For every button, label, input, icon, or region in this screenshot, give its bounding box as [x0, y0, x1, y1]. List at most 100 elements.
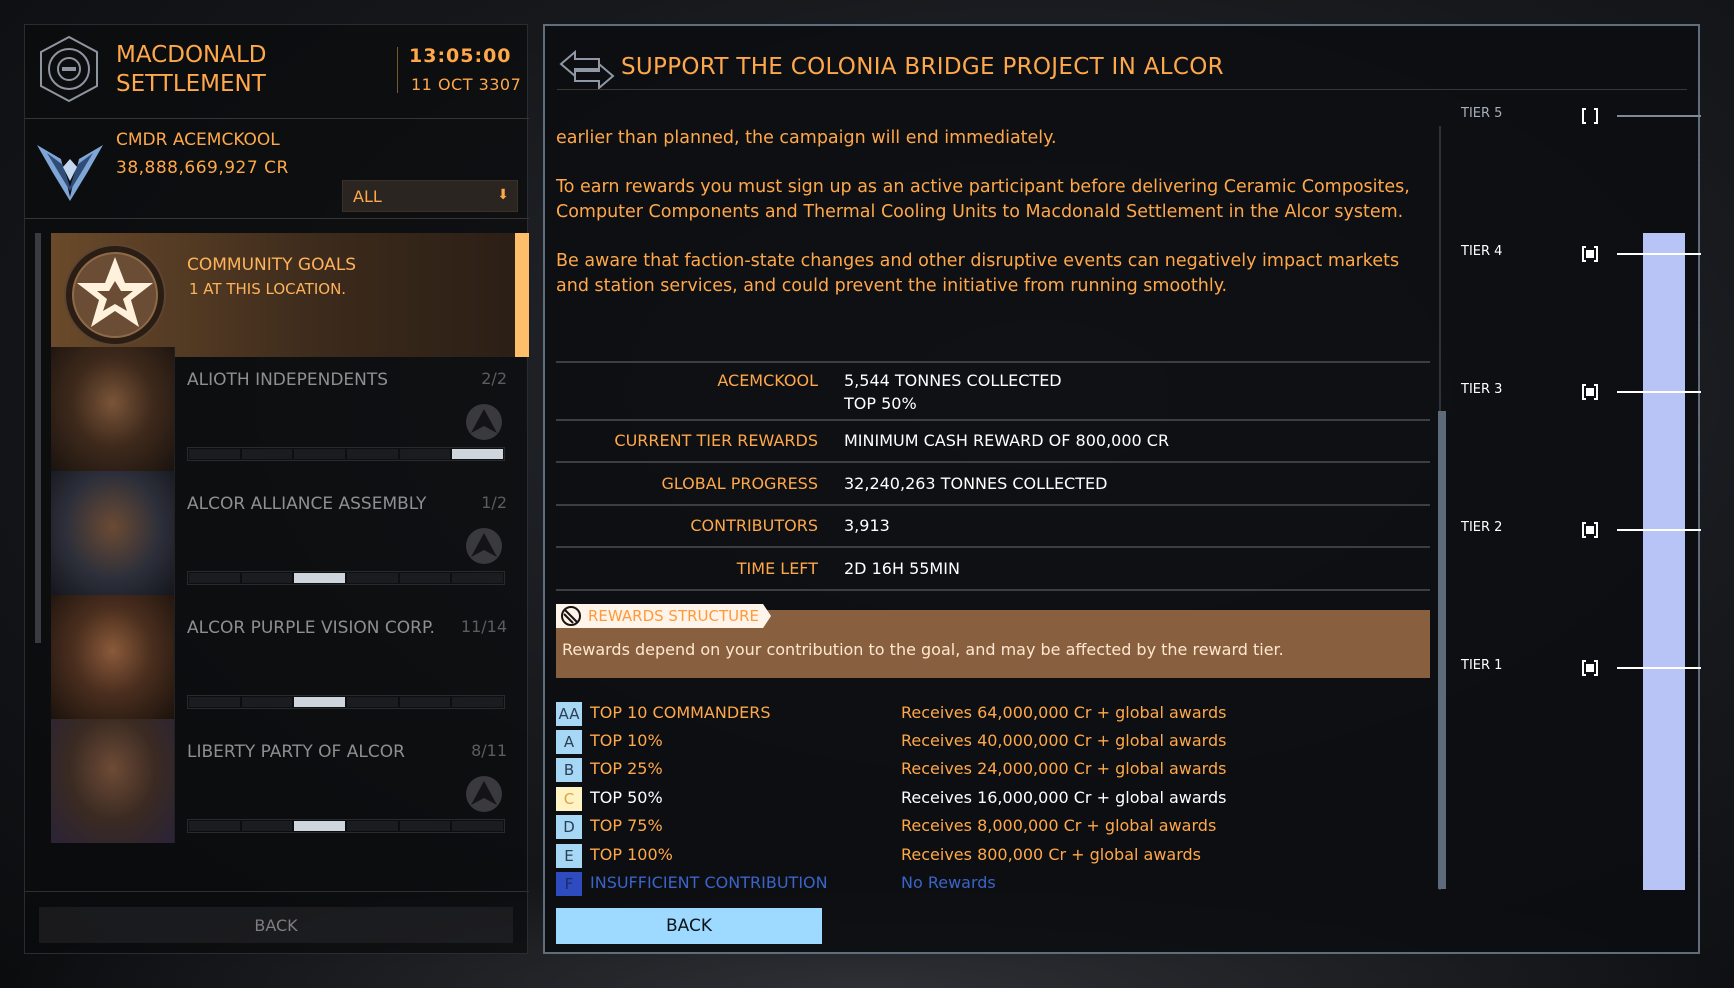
back-button[interactable]: BACK [556, 908, 822, 944]
commander-credits: 38,888,669,927 CR [116, 158, 289, 178]
exchange-arrows-icon [559, 49, 615, 91]
tier-line [1617, 391, 1701, 393]
tier-line [1617, 115, 1701, 117]
stat-row: CURRENT TIER REWARDS MINIMUM CASH REWARD… [556, 421, 1430, 463]
clock-date: 11 OCT 3307 [411, 75, 522, 94]
list-scrollbar[interactable] [35, 233, 41, 643]
tier-code: B [556, 758, 582, 782]
progress-segment [189, 573, 240, 583]
faction-portrait [51, 471, 175, 595]
stat-value: MINIMUM CASH REWARD OF 800,000 CR [844, 431, 1170, 450]
description-paragraph: earlier than planned, the campaign will … [556, 128, 1057, 148]
progress-segment [294, 697, 346, 707]
list-item-community-goals[interactable]: COMMUNITY GOALS 1 AT THIS LOCATION. [51, 233, 529, 357]
progress-segment [347, 449, 398, 459]
stat-row: CONTRIBUTORS 3,913 [556, 506, 1430, 548]
reward-tier-row: D TOP 75% Receives 8,000,000 Cr + global… [556, 813, 1430, 841]
divider [25, 891, 529, 892]
list-item-faction[interactable]: ALCOR PURPLE VISION CORP. 11/14 [51, 595, 529, 719]
rewards-structure-label: REWARDS STRUCTURE [588, 607, 760, 625]
progress-segment [347, 697, 398, 707]
reward-tier-row: AA TOP 10 COMMANDERS Receives 64,000,000… [556, 700, 1430, 728]
community-goal-detail-panel: SUPPORT THE COLONIA BRIDGE PROJECT IN AL… [543, 24, 1701, 954]
stat-value-line: TOP 50% [844, 394, 917, 413]
tier-line [1617, 529, 1701, 531]
station-header: MACDONALD SETTLEMENT 13:05:00 11 OCT 330… [25, 25, 529, 119]
station-name: MACDONALD SETTLEMENT [116, 42, 267, 97]
stat-label: GLOBAL PROGRESS [661, 474, 818, 493]
stat-value: 5,544 TONNES COLLECTED TOP 50% [844, 369, 1062, 415]
reward-tier-row: A TOP 10% Receives 40,000,000 Cr + globa… [556, 728, 1430, 756]
detail-scrollbar-thumb[interactable] [1438, 411, 1446, 889]
community-goals-title: COMMUNITY GOALS [187, 255, 357, 275]
progress-segment [399, 821, 451, 831]
faction-progress [187, 571, 505, 585]
progress-segment [241, 821, 293, 831]
tier-label: TIER 4 [1461, 244, 1503, 259]
progress-segment [241, 449, 293, 459]
faction-count: 2/2 [481, 369, 507, 388]
stat-value: 3,913 [844, 516, 890, 535]
progress-segment [189, 697, 240, 707]
divider [557, 89, 1687, 90]
tier-line [1617, 253, 1701, 255]
tier-label: TIER 1 [1461, 658, 1503, 673]
faction-name: LIBERTY PARTY OF ALCOR [187, 742, 405, 762]
faction-count: 1/2 [481, 493, 507, 512]
tier-reached-icon [1582, 660, 1598, 676]
faction-portrait [51, 347, 175, 471]
description-paragraph: To earn rewards you must sign up as an a… [556, 177, 1410, 222]
tier-reward: No Rewards [901, 873, 996, 892]
list-item-faction[interactable]: LIBERTY PARTY OF ALCOR 8/11 [51, 719, 529, 843]
rewards-note: Rewards depend on your contribution to t… [562, 640, 1284, 659]
progress-segment [189, 821, 240, 831]
progress-segment [452, 821, 504, 831]
reward-tier-row: E TOP 100% Receives 800,000 Cr + global … [556, 842, 1430, 870]
community-goals-icon [64, 244, 166, 346]
stat-label: TIME LEFT [736, 559, 818, 578]
tier-code: AA [556, 702, 582, 726]
list-item-faction[interactable]: ALCOR ALLIANCE ASSEMBLY 1/2 [51, 471, 529, 595]
stat-row: TIME LEFT 2D 16H 55MIN [556, 548, 1430, 591]
independent-faction-icon [466, 776, 502, 812]
tier-empty-icon [1582, 108, 1598, 124]
commander-name: CMDR ACEMCKOOL [116, 130, 280, 150]
rewards-structure: REWARDS STRUCTURE Rewards depend on your… [556, 610, 1430, 678]
tier-rank: TOP 75% [590, 816, 663, 835]
faction-count: 11/14 [460, 617, 507, 636]
stat-value: 2D 16H 55MIN [844, 559, 960, 578]
tier-rank: INSUFFICIENT CONTRIBUTION [590, 873, 828, 892]
tier-marker: TIER 5 [1461, 106, 1701, 126]
tier-reward: Receives 800,000 Cr + global awards [901, 845, 1202, 864]
tier-label: TIER 5 [1461, 106, 1503, 121]
tier-reached-icon [1582, 522, 1598, 538]
list-item-faction[interactable]: ALIOTH INDEPENDENTS 2/2 [51, 347, 529, 471]
stat-value: 32,240,263 TONNES COLLECTED [844, 474, 1108, 493]
faction-portrait [51, 719, 175, 843]
tier-label: TIER 3 [1461, 382, 1503, 397]
goal-description: earlier than planned, the campaign will … [556, 126, 1436, 323]
filter-dropdown[interactable]: ALL ⬇ [342, 180, 518, 212]
tier-marker: TIER 2 [1461, 520, 1701, 540]
tier-line [1617, 667, 1701, 669]
faction-portrait [51, 595, 175, 719]
left-back-button[interactable]: BACK [39, 907, 513, 943]
faction-name: ALCOR ALLIANCE ASSEMBLY [187, 494, 427, 514]
selected-indicator [515, 233, 529, 357]
progress-segment [294, 449, 346, 459]
reward-tier-row: B TOP 25% Receives 24,000,000 Cr + globa… [556, 756, 1430, 784]
stat-row: GLOBAL PROGRESS 32,240,263 TONNES COLLEC… [556, 463, 1430, 506]
tier-label: TIER 2 [1461, 520, 1503, 535]
faction-progress [187, 819, 505, 833]
progress-segment [241, 573, 293, 583]
reward-tier-list: AA TOP 10 COMMANDERS Receives 64,000,000… [556, 700, 1430, 900]
clock-divider [397, 47, 398, 93]
rank-emblem-icon [37, 145, 103, 201]
tier-code: E [556, 844, 582, 868]
faction-progress [187, 695, 505, 709]
reward-tier-row: F INSUFFICIENT CONTRIBUTION No Rewards [556, 870, 1430, 898]
description-paragraph: Be aware that faction-state changes and … [556, 251, 1400, 296]
stat-label: CURRENT TIER REWARDS [614, 431, 818, 450]
tier-code: F [556, 872, 582, 896]
goal-title: SUPPORT THE COLONIA BRIDGE PROJECT IN AL… [621, 54, 1224, 80]
